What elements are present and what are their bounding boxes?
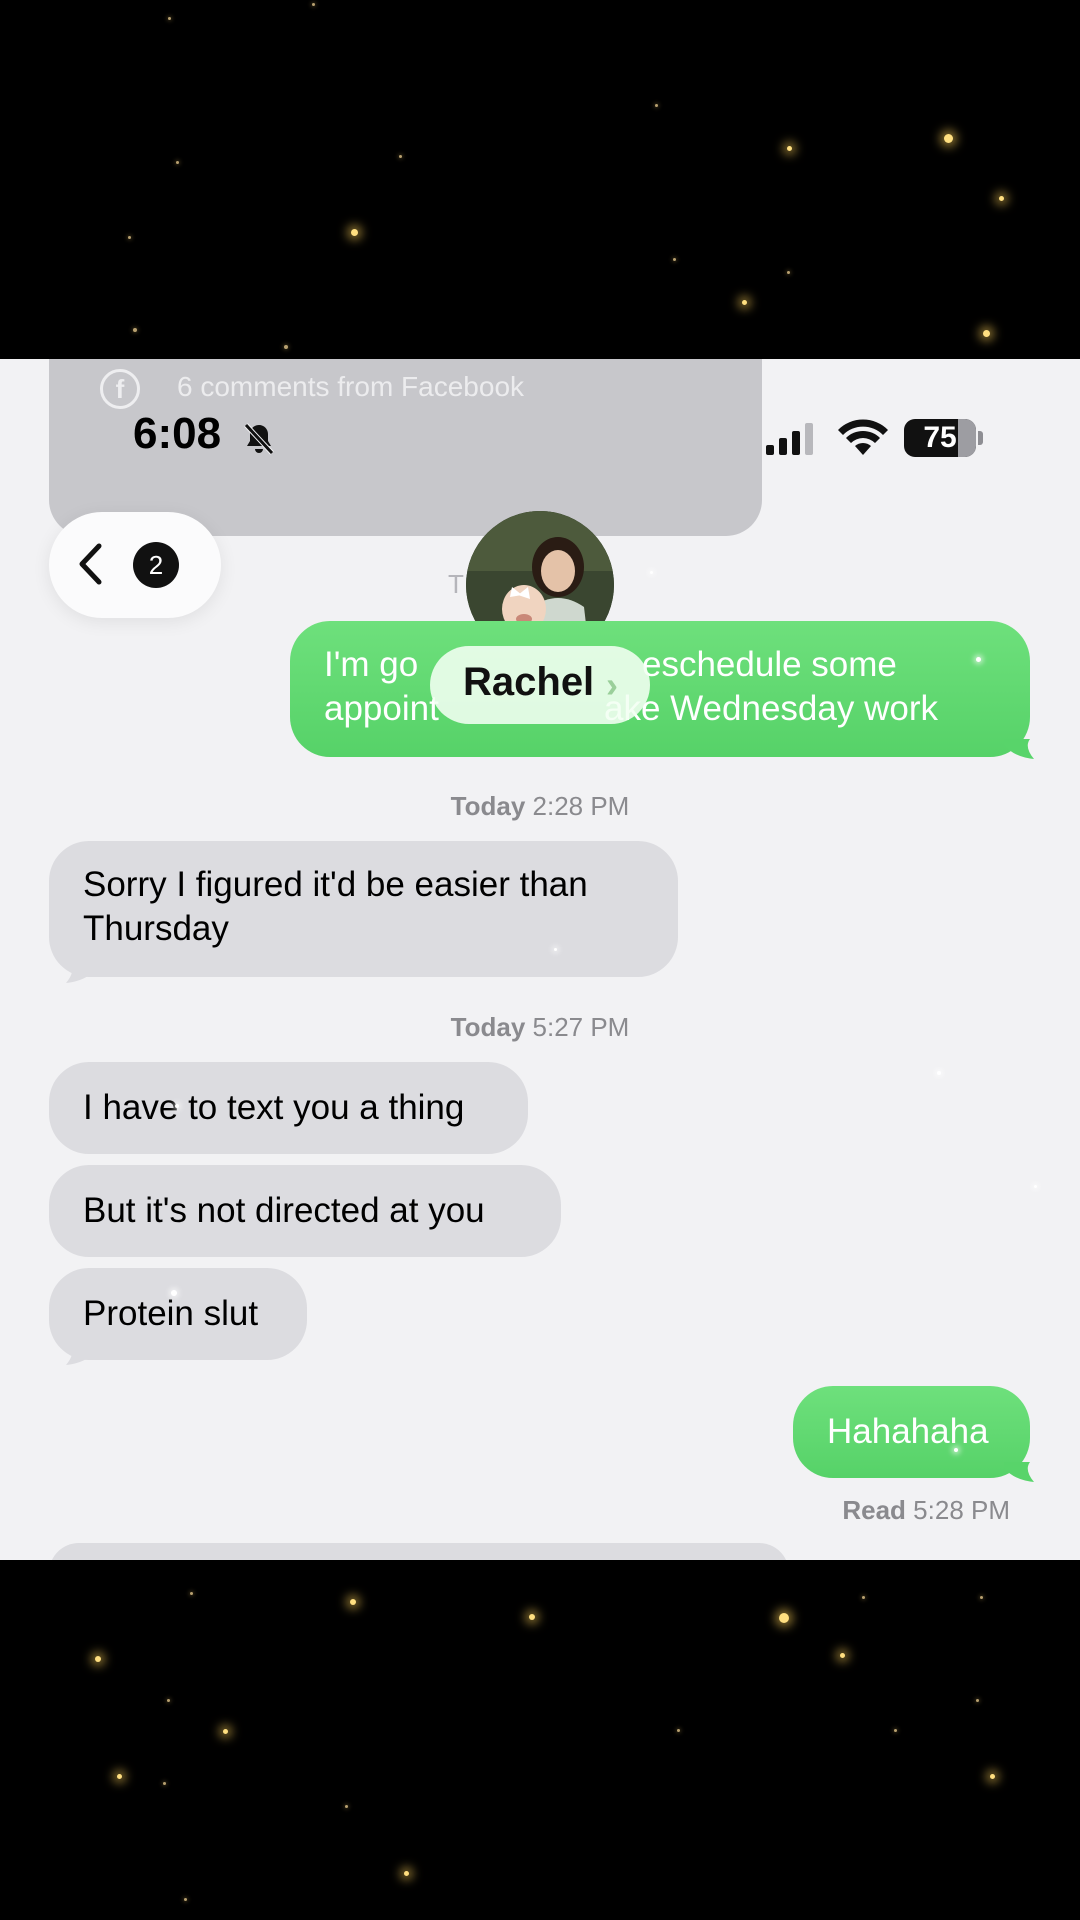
sparkle-overlay-top bbox=[0, 0, 1080, 359]
notification-text: 6 comments from Facebook bbox=[177, 371, 525, 402]
message-text: ake Wednesday work bbox=[604, 689, 938, 728]
chevron-right-icon: › bbox=[606, 664, 618, 705]
bubble-tail bbox=[66, 963, 96, 983]
sparkle bbox=[650, 571, 653, 574]
received-message-bubble[interactable]: Sorry I figured it'd be easier than Thur… bbox=[49, 841, 678, 977]
sparkle bbox=[171, 1290, 177, 1296]
back-button[interactable]: 2 bbox=[49, 512, 221, 618]
message-text: appoint bbox=[324, 689, 439, 728]
sent-message-bubble[interactable]: Hahahaha bbox=[793, 1386, 1030, 1478]
battery-level: 75 bbox=[923, 421, 957, 454]
sparkle bbox=[954, 1448, 958, 1452]
timestamp: Today 5:27 PM bbox=[450, 1012, 630, 1042]
message-text: But it's not directed at you bbox=[83, 1191, 485, 1230]
received-message-bubble[interactable]: I have to text you a thing bbox=[49, 1062, 528, 1154]
sparkle-overlay-bottom bbox=[0, 1560, 1080, 1920]
status-time: 6:08 bbox=[133, 409, 222, 458]
bubble-tail bbox=[1004, 739, 1034, 759]
cellular-signal-icon bbox=[766, 423, 813, 455]
messages-screen: f 6 comments from Facebook 6:08 75 2 T M bbox=[0, 359, 1080, 1560]
message-text: Hahahaha bbox=[827, 1412, 989, 1451]
bell-slash-icon bbox=[244, 423, 274, 455]
sparkle bbox=[976, 657, 981, 662]
chevron-left-icon bbox=[79, 543, 102, 585]
bubble-tail bbox=[1004, 1462, 1034, 1482]
read-receipt: Read 5:28 PM bbox=[842, 1495, 1010, 1525]
message-text: I have to text you a thing bbox=[83, 1088, 465, 1127]
contact-name-button[interactable]: Rachel › bbox=[430, 646, 650, 724]
sparkle bbox=[175, 1104, 179, 1108]
received-message-bubble[interactable] bbox=[49, 1543, 789, 1560]
contact-name: Rachel bbox=[463, 660, 595, 704]
sparkle bbox=[1034, 1185, 1037, 1188]
sent-message-bubble[interactable]: I'm go appoint eschedule some ake Wednes… bbox=[290, 621, 1030, 757]
facebook-icon: f bbox=[100, 369, 140, 409]
message-text: Protein slut bbox=[83, 1294, 259, 1333]
sparkle bbox=[937, 1071, 941, 1075]
battery-icon: 75 bbox=[904, 419, 983, 457]
received-message-bubble[interactable]: But it's not directed at you bbox=[49, 1165, 561, 1257]
sparkle bbox=[554, 948, 557, 951]
message-text: Sorry I figured it'd be easier than Thur… bbox=[83, 865, 588, 948]
message-text: eschedule some bbox=[642, 645, 897, 684]
unread-count-badge: 2 bbox=[133, 542, 179, 588]
wifi-icon bbox=[838, 419, 888, 455]
message-text: I'm go bbox=[324, 645, 419, 684]
timestamp: Today 2:28 PM bbox=[450, 791, 630, 821]
bubble-tail bbox=[66, 1345, 96, 1365]
